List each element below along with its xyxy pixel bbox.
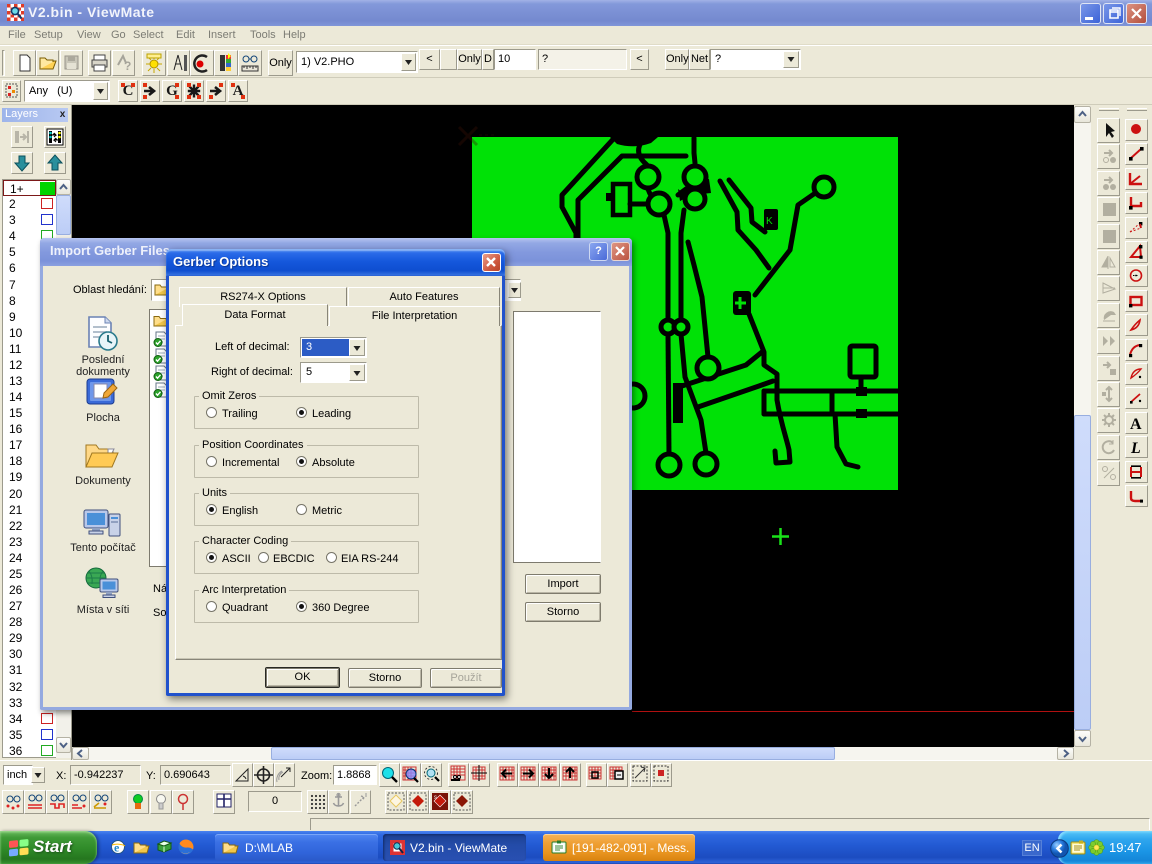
svg-text:L: L xyxy=(1130,440,1141,456)
svg-text:A: A xyxy=(1130,416,1142,432)
svg-text:e: e xyxy=(114,841,120,855)
svg-text:?: ? xyxy=(124,59,131,73)
svg-text:s: s xyxy=(434,795,437,801)
svg-text:K: K xyxy=(766,216,773,227)
